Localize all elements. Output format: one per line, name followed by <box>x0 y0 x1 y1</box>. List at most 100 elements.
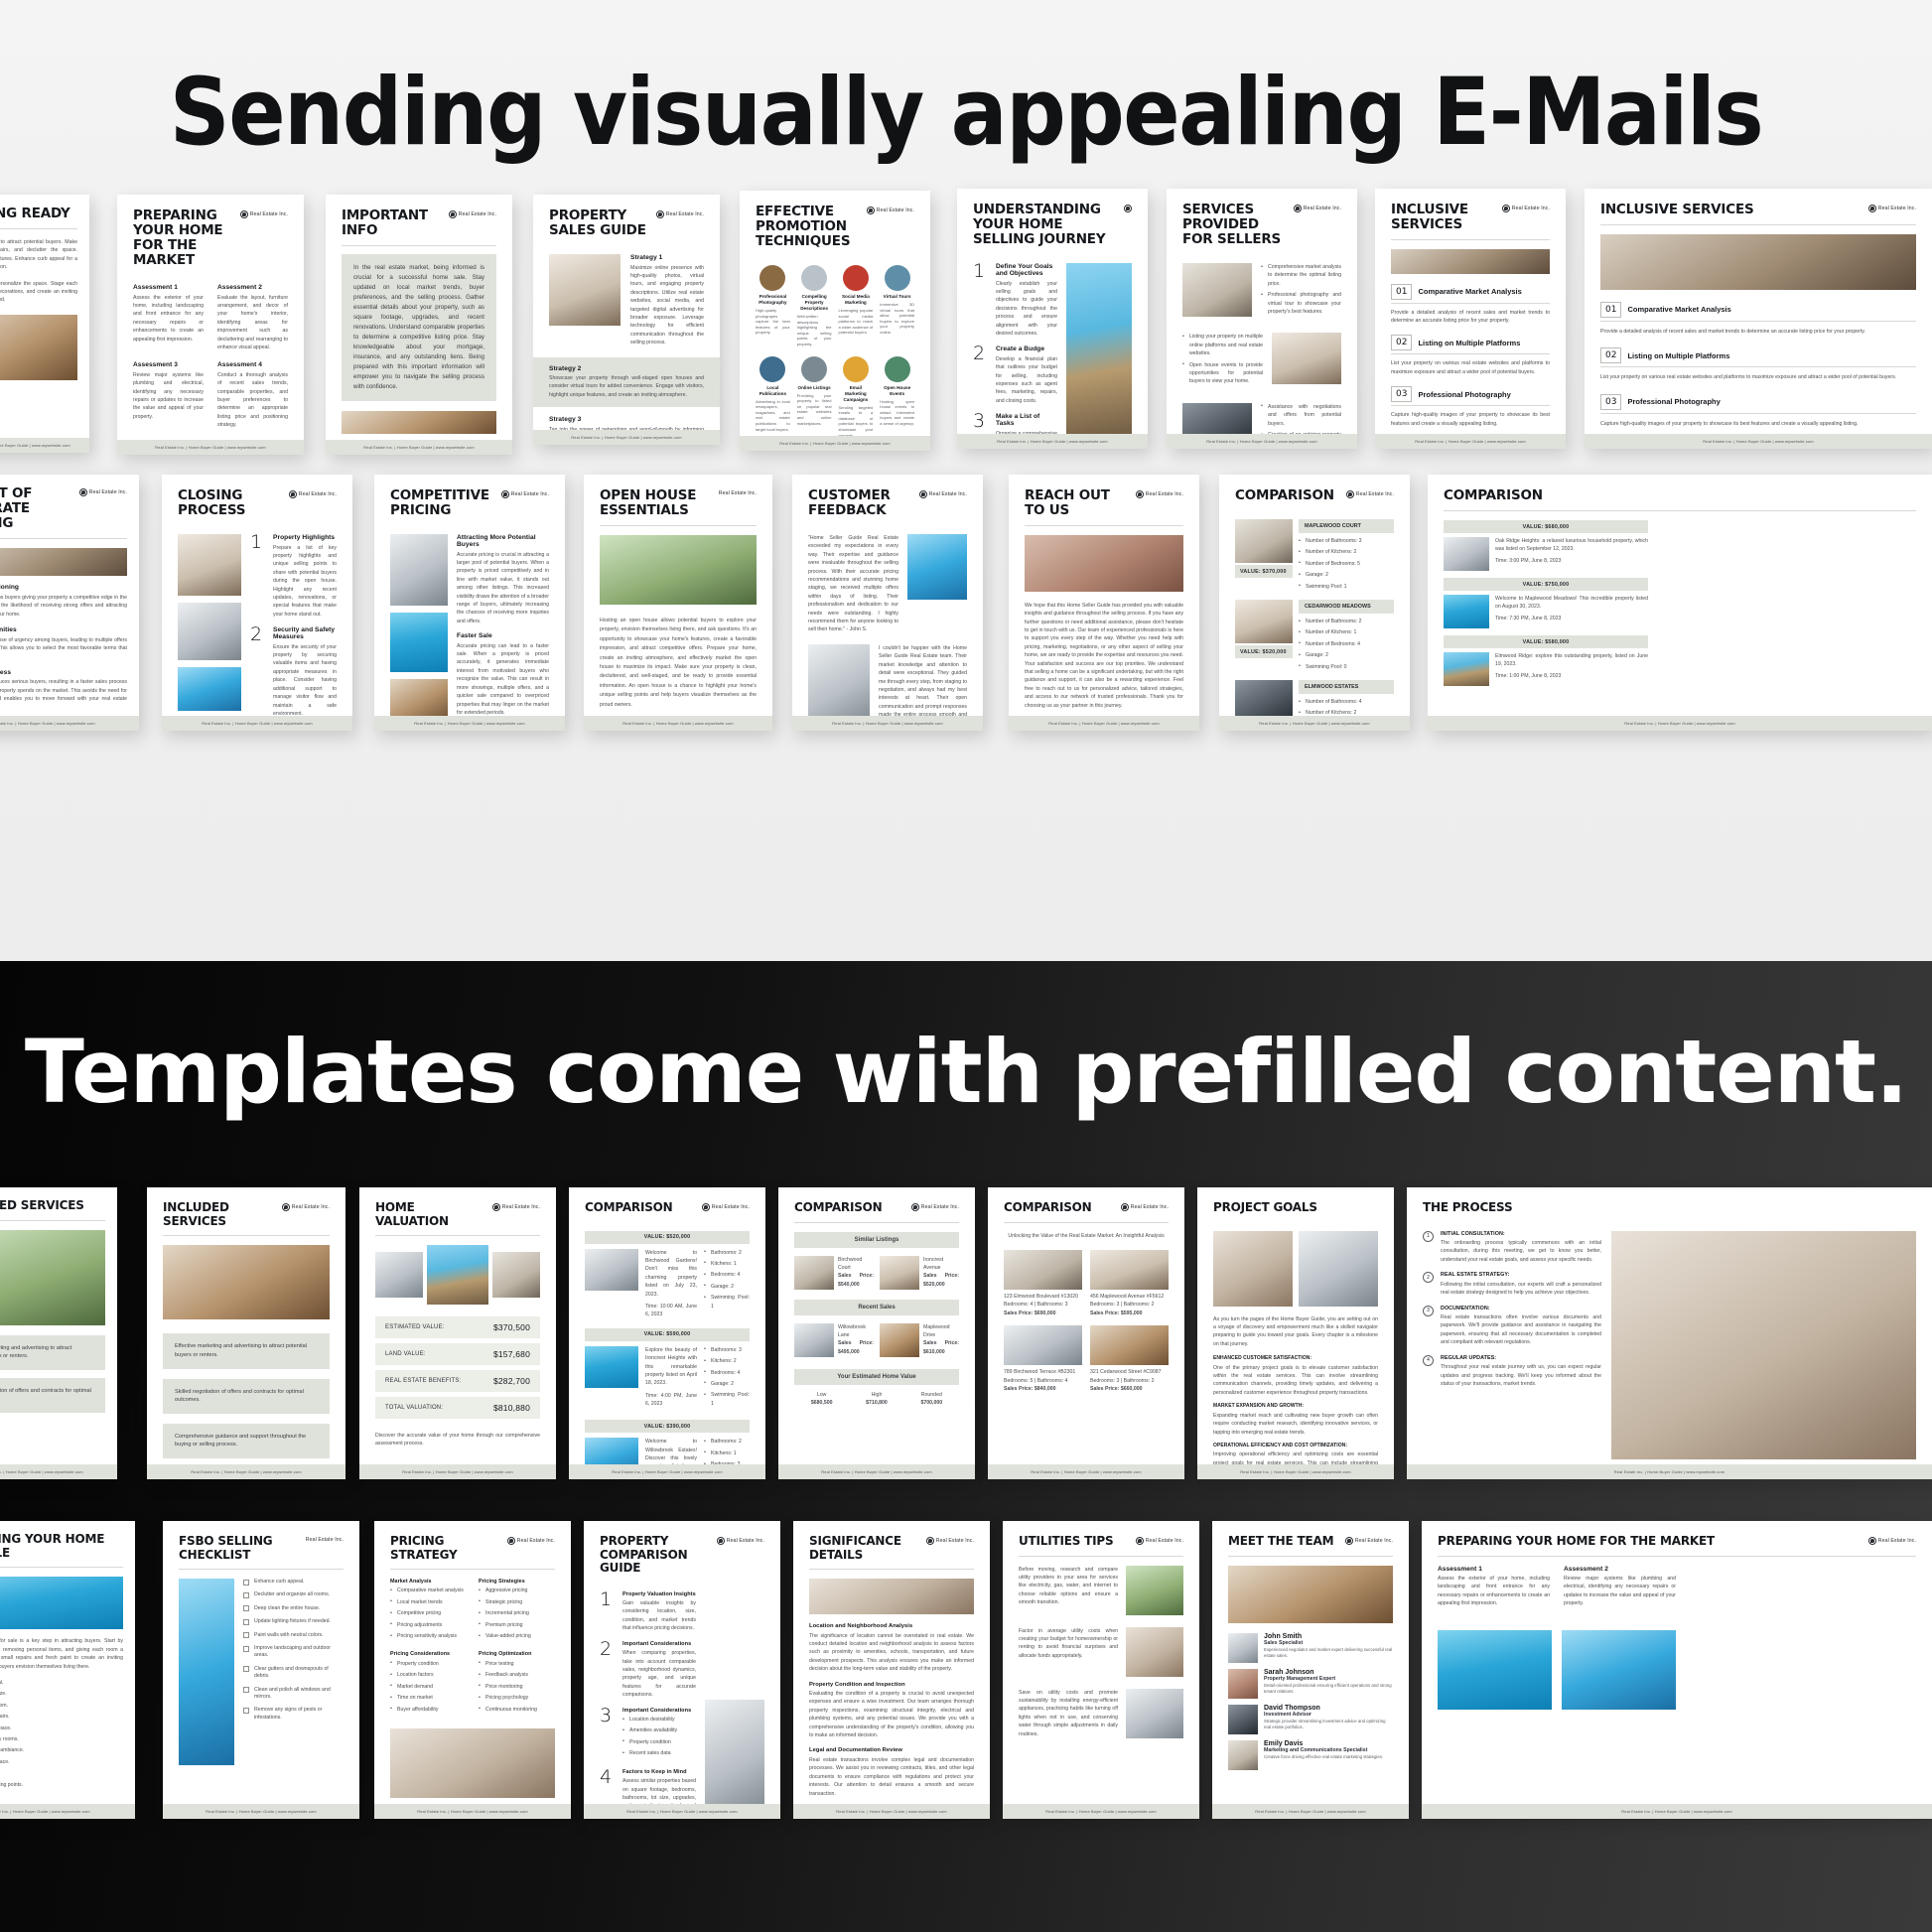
card-title: PROPERTY COMPARISON GUIDE <box>600 1534 688 1575</box>
checklist-item[interactable]: Clean and polish all windows and mirrors… <box>243 1687 344 1702</box>
template-card-promotion-techniques[interactable]: EFFECTIVE PROMOTION TECHNIQUES Real Esta… <box>740 191 930 451</box>
checklist-item[interactable]: Deep clean the entire house. <box>243 1605 344 1612</box>
checkbox[interactable] <box>243 1645 249 1652</box>
template-card-important-info[interactable]: IMPORTANT INFO Real Estate Inc. In the r… <box>326 195 512 455</box>
template-card-preparing-home[interactable]: PREPARING YOUR HOME FOR THE MARKET Real … <box>117 195 304 455</box>
template-card-closing-process[interactable]: CLOSING PROCESS Real Estate Inc. 1 Proper… <box>162 475 352 731</box>
template-card-the-process[interactable]: THE PROCESS 1 INITIAL CONSULTATION: The on… <box>1407 1187 1932 1479</box>
guide-step: 2 Important Considerations When comparing … <box>600 1639 696 1700</box>
template-card-included-services[interactable]: INCLUDED SERVICES Real Estate Inc. Effec… <box>147 1187 345 1479</box>
card-title: EFFECTIVE PROMOTION TECHNIQUES <box>756 204 851 249</box>
promotion-text: Hosting open house events to attract int… <box>880 398 914 426</box>
prep-bullet: Deep clean every room. <box>0 1702 123 1710</box>
template-card-included-services-clip[interactable]: INCLUDED SERVICES Effective marketing an… <box>0 1187 117 1479</box>
checkbox[interactable] <box>243 1687 249 1694</box>
template-card-property-comparison-guide[interactable]: PROPERTY COMPARISON GUIDE Real Estate In… <box>584 1521 780 1819</box>
step-text: Assess similar properties based on squar… <box>622 1778 696 1804</box>
spec-item: Kitchens: 1 <box>704 1449 750 1457</box>
journey-step: 1 Define Your Goals and Objectives Clearly… <box>973 262 1057 338</box>
service-number: 03 <box>1391 386 1413 403</box>
template-card-competitive-pricing[interactable]: COMPETITIVE PRICING Real Estate Inc. Att… <box>374 475 565 731</box>
pricing-item: Time on market <box>390 1694 467 1703</box>
checklist-item[interactable]: Update lighting fixtures if needed. <box>243 1618 344 1625</box>
template-card-comparison-neighborhoods[interactable]: COMPARISON Real Estate Inc. VALUE: $370,… <box>1219 475 1410 731</box>
spec-item: Number of Bathrooms: 3 <box>1299 536 1394 545</box>
card-title: UTILITIES TIPS <box>1019 1534 1114 1548</box>
checklist-item[interactable]: Improve landscaping and outdoor areas. <box>243 1645 344 1660</box>
social-media-icon <box>842 265 869 291</box>
checkbox[interactable] <box>243 1666 249 1673</box>
template-card-open-house-essentials[interactable]: OPEN HOUSE ESSENTIALS Real Estate Inc. H… <box>584 475 772 731</box>
pricing-item: Pricing psychology <box>479 1694 555 1703</box>
checkbox[interactable] <box>243 1579 249 1586</box>
pricing-item: Competitive pricing <box>390 1609 467 1618</box>
checkbox[interactable] <box>243 1591 249 1598</box>
promotion-text: Sending targeted emails to a database of… <box>838 404 874 436</box>
service-item: 02 Listing on Multiple Platforms List you… <box>1391 335 1550 376</box>
card-title: IMPORTANT INFO <box>342 207 428 238</box>
template-card-comparison-similar-listings[interactable]: COMPARISON Real Estate Inc. Similar List… <box>778 1187 975 1479</box>
template-card-property-sales-guide[interactable]: PROPERTY SALES GUIDE Real Estate Inc. St… <box>533 195 720 445</box>
assessment-heading: Assessment 3 <box>133 361 178 369</box>
spec-list: Number of Bathrooms: 4 Number of Kitchen… <box>1299 698 1394 716</box>
template-card-customer-feedback[interactable]: CUSTOMER FEEDBACK Real Estate Inc. "Home… <box>792 475 983 731</box>
template-card-inclusive-services[interactable]: INCLUSIVE SERVICES Real Estate Inc. 01 Co… <box>1375 189 1566 449</box>
spec-list: Number of Bathrooms: 2 Number of Kitchen… <box>1299 618 1394 671</box>
listing-price: Sales Price: $660,000 <box>1090 1385 1143 1392</box>
template-card-comparison-listings[interactable]: COMPARISON VALUE: $680,000 Oak Ridge Hei… <box>1428 475 1932 731</box>
card-photo <box>426 1245 489 1305</box>
card-photo <box>1004 1249 1082 1290</box>
journey-steps: 1 Define Your Goals and Objectives Clearly… <box>973 262 1057 435</box>
template-card-comparison-analysis[interactable]: COMPARISON Real Estate Inc. Unlocking th… <box>988 1187 1184 1479</box>
template-card-project-goals[interactable]: PROJECT GOALS As you turn the pages of t… <box>1197 1187 1394 1479</box>
template-card-fsbo-checklist[interactable]: FSBO SELLING CHECKLIST Real Estate Inc. … <box>163 1521 359 1819</box>
service-number: 03 <box>1600 393 1622 410</box>
card-footer: Real Estate Inc. | Home Buyer Guide | ww… <box>1197 1464 1394 1479</box>
template-card-significance-details[interactable]: SIGNIFICANCE DETAILS Real Estate Inc. Lo… <box>793 1521 990 1819</box>
valuation-amount: $282,700 <box>492 1376 530 1386</box>
checkbox[interactable] <box>243 1618 249 1625</box>
card-photo <box>549 254 621 326</box>
template-card-comparison-values[interactable]: COMPARISON Real Estate Inc. VALUE: $520,… <box>569 1187 765 1479</box>
checklist-item[interactable]: Paint walls with neutral colors. <box>243 1632 344 1639</box>
card-title: INCLUDED SERVICES <box>0 1198 84 1212</box>
template-card-impact-pricing[interactable]: IMPACT OF ACCURATE PRICING Real Estate I… <box>0 475 139 731</box>
template-card-preparing-for-sale[interactable]: PREPARING YOUR HOME FOR SALE Preparing y… <box>0 1521 135 1819</box>
checklist-item[interactable]: Remove any signs of pests or infestation… <box>243 1707 344 1722</box>
brand-logo: Real Estate Inc. <box>1344 1535 1393 1545</box>
template-card-preparing-home-market-2[interactable]: PREPARING YOUR HOME FOR THE MARKET Real … <box>1422 1521 1932 1819</box>
template-card-reach-out[interactable]: REACH OUT TO US Real Estate Inc. We hope… <box>1009 475 1199 731</box>
card-photo <box>1182 402 1252 434</box>
checklist-item[interactable]: Declutter and organize all rooms. <box>243 1591 344 1598</box>
checkbox[interactable] <box>243 1707 249 1714</box>
template-card-meet-the-team[interactable]: MEET THE TEAM Real Estate Inc. John Smit… <box>1212 1521 1409 1819</box>
template-card-pricing-strategy[interactable]: PRICING STRATEGY Real Estate Inc. Market… <box>374 1521 571 1819</box>
checklist-item[interactable]: Clear gutters and downspouts of debris. <box>243 1666 344 1681</box>
card-title: PROJECT GOALS <box>1213 1200 1317 1214</box>
template-card-selling-journey[interactable]: UNDERSTANDING YOUR HOME SELLING JOURNEY … <box>957 189 1148 449</box>
checkbox[interactable] <box>243 1605 249 1612</box>
checkbox[interactable] <box>243 1632 249 1639</box>
template-card-getting-ready[interactable]: GETTING READY Prepare your home to attra… <box>0 195 89 453</box>
card-photo <box>178 534 241 596</box>
template-card-services-for-sellers[interactable]: SERVICES PROVIDED FOR SELLERS Real Estat… <box>1167 189 1357 449</box>
brand-name: Real Estate Inc. <box>458 211 496 217</box>
card-title: REACH OUT TO US <box>1025 487 1110 518</box>
step-heading: REAL ESTATE STRATEGY: <box>1441 1272 1510 1279</box>
valuation-row: REAL ESTATE BENEFITS: $282,700 <box>375 1370 540 1392</box>
checklist-item[interactable]: Enhance curb appeal. <box>243 1579 344 1586</box>
listing-row: VALUE: $590,000 Explore the beauty of Ir… <box>585 1327 750 1420</box>
virtual-tour-icon <box>884 265 910 291</box>
template-card-home-valuation[interactable]: HOME VALUATION Real Estate Inc. ESTIMATE… <box>359 1187 556 1479</box>
avatar <box>1228 1668 1258 1699</box>
leaf-mark-icon <box>925 1537 934 1545</box>
listing-meta: Bedrooms: 4 | Bathrooms: 3 <box>1004 1302 1068 1309</box>
template-card-inclusive-services-duplicate[interactable]: INCLUSIVE SERVICES Real Estate Inc. 01 Co… <box>1585 189 1932 449</box>
brand-logo: Real Estate Inc. <box>655 208 704 218</box>
template-card-utilities-tips[interactable]: UTILITIES TIPS Real Estate Inc. Before m… <box>1003 1521 1199 1819</box>
member-name: John Smith <box>1264 1632 1303 1640</box>
step-text: Gain valuable insights by considering lo… <box>622 1600 696 1632</box>
brand-logo: Real Estate Inc. <box>1120 1201 1169 1211</box>
card-photo <box>1600 233 1916 290</box>
card-photo <box>1611 1230 1916 1459</box>
